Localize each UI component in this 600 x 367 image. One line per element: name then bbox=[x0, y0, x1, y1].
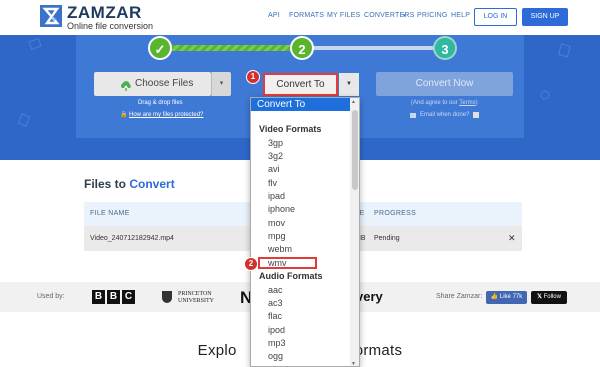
bbc-letter: B bbox=[92, 290, 105, 304]
facebook-like-label: Like 77k bbox=[499, 294, 523, 300]
choose-files-button[interactable]: Choose Files bbox=[94, 72, 211, 96]
nav-api[interactable]: API bbox=[268, 12, 280, 19]
dropdown-option[interactable]: aac bbox=[268, 285, 283, 295]
step-3-indicator: 3 bbox=[433, 36, 457, 60]
convert-to-dropdown-arrow[interactable]: ▼ bbox=[339, 73, 359, 96]
email-when-done-checkbox[interactable] bbox=[473, 112, 479, 118]
x-logo-icon: 𝕏 bbox=[537, 294, 542, 300]
brand-tagline: Online file conversion bbox=[67, 21, 154, 31]
files-to-convert-title: Files to Convert bbox=[84, 177, 175, 191]
explore-left: Explo bbox=[197, 342, 237, 359]
facebook-like-button[interactable]: 👍 Like 77k bbox=[486, 291, 527, 304]
share-label: Share Zamzar: bbox=[436, 293, 483, 300]
site-header: ZAMZAR Online file conversion API FORMAT… bbox=[0, 0, 600, 35]
files-title-prefix: Files to bbox=[84, 177, 127, 191]
princeton-line-2: UNIVERSITY bbox=[178, 298, 214, 304]
terms-link[interactable]: Terms bbox=[459, 100, 475, 106]
login-button[interactable]: LOG IN bbox=[474, 8, 517, 26]
file-progress-cell: Pending bbox=[374, 235, 400, 242]
email-icon bbox=[410, 113, 416, 118]
dropdown-option[interactable]: flv bbox=[268, 178, 277, 188]
x-follow-label: Follow bbox=[543, 294, 561, 300]
bbc-logo: B B C bbox=[92, 290, 135, 304]
convert-to-select[interactable]: Convert To bbox=[263, 73, 338, 96]
email-when-done-label: Email when done? bbox=[420, 112, 470, 118]
nav-help[interactable]: HELP bbox=[451, 12, 470, 19]
files-protected-link[interactable]: How are my files protected? bbox=[129, 112, 203, 118]
dropdown-option[interactable]: 3gp bbox=[268, 138, 283, 148]
scroll-down-icon[interactable]: ▼ bbox=[351, 361, 356, 366]
annotation-badge-2: 2 bbox=[244, 257, 258, 271]
agree-terms-text: (And agree to our Terms) bbox=[411, 100, 478, 106]
princeton-logo: PRINCETON UNIVERSITY bbox=[178, 291, 214, 305]
partner-logo-very: very bbox=[356, 289, 383, 304]
col-progress: PROGRESS bbox=[374, 210, 417, 217]
chevron-down-icon[interactable]: ▾ bbox=[403, 13, 406, 19]
bbc-letter: B bbox=[107, 290, 120, 304]
dropdown-option[interactable]: mov bbox=[268, 218, 285, 228]
col-file-name: FILE NAME bbox=[90, 210, 130, 217]
dropdown-option[interactable]: mpg bbox=[268, 231, 286, 241]
dropdown-option[interactable]: ipod bbox=[268, 325, 285, 335]
thumbs-up-icon: 👍 bbox=[490, 294, 499, 300]
dropdown-option[interactable]: ipad bbox=[268, 191, 285, 201]
bbc-letter: C bbox=[122, 290, 135, 304]
dropdown-option[interactable]: avi bbox=[268, 164, 280, 174]
convert-now-button[interactable]: Convert Now bbox=[376, 72, 513, 96]
dropdown-scrollbar[interactable]: ▲ ▼ bbox=[350, 98, 359, 366]
convert-to-dropdown-list[interactable]: Convert To Video Formats 3gp 3g2 avi flv… bbox=[250, 97, 360, 367]
dropdown-option[interactable]: flac bbox=[268, 311, 282, 321]
nav-formats[interactable]: FORMATS bbox=[289, 12, 324, 19]
scroll-up-icon[interactable]: ▲ bbox=[351, 99, 356, 105]
dropdown-scroll-thumb[interactable] bbox=[352, 110, 358, 190]
signup-button[interactable]: SIGN UP bbox=[522, 8, 568, 26]
video-formats-group: Video Formats bbox=[259, 124, 322, 134]
dropdown-option[interactable]: iphone bbox=[268, 204, 295, 214]
dropdown-option[interactable]: 3g2 bbox=[268, 151, 283, 161]
x-follow-button[interactable]: 𝕏 Follow bbox=[531, 291, 567, 304]
choose-files-dropdown-button[interactable]: ▾ bbox=[211, 72, 231, 96]
lock-icon: 🔒 bbox=[120, 112, 128, 118]
file-name-cell: Video_240712182942.mp4 bbox=[90, 235, 174, 242]
audio-formats-group: Audio Formats bbox=[259, 271, 323, 281]
agree-prefix: (And agree to our bbox=[411, 100, 458, 106]
dropdown-option-selected[interactable]: Convert To bbox=[251, 98, 350, 111]
princeton-shield-icon bbox=[162, 291, 172, 303]
zamzar-logo-icon[interactable] bbox=[40, 5, 62, 27]
agree-suffix: ) bbox=[475, 100, 478, 106]
used-by-label: Used by: bbox=[37, 293, 65, 300]
nav-converters[interactable]: CONVERTERS bbox=[364, 12, 415, 19]
upload-icon bbox=[120, 78, 132, 102]
brand-name[interactable]: ZAMZAR bbox=[67, 3, 142, 23]
explore-right: ormats bbox=[354, 342, 403, 359]
dropdown-option[interactable]: ac3 bbox=[268, 298, 283, 308]
dropdown-option[interactable]: mp3 bbox=[268, 338, 286, 348]
files-title-accent: Convert bbox=[129, 177, 175, 191]
choose-files-label: Choose Files bbox=[135, 78, 194, 89]
annotation-badge-1: 1 bbox=[246, 70, 260, 84]
princeton-line-1: PRINCETON bbox=[178, 291, 212, 297]
dropdown-option[interactable]: webm bbox=[268, 244, 292, 254]
wmv-highlight-box bbox=[258, 257, 317, 269]
zamzar-page: ZAMZAR Online file conversion API FORMAT… bbox=[0, 0, 600, 367]
step-1-check-icon: ✓ bbox=[148, 36, 172, 60]
remove-file-icon[interactable]: ✕ bbox=[508, 233, 516, 244]
drag-drop-hint: Drag & drop files bbox=[138, 100, 183, 106]
nav-pricing[interactable]: PRICING bbox=[417, 12, 448, 19]
dropdown-option[interactable]: ogg bbox=[268, 351, 283, 361]
step-2-indicator: 2 bbox=[290, 36, 314, 60]
nav-my-files[interactable]: MY FILES bbox=[327, 12, 360, 19]
